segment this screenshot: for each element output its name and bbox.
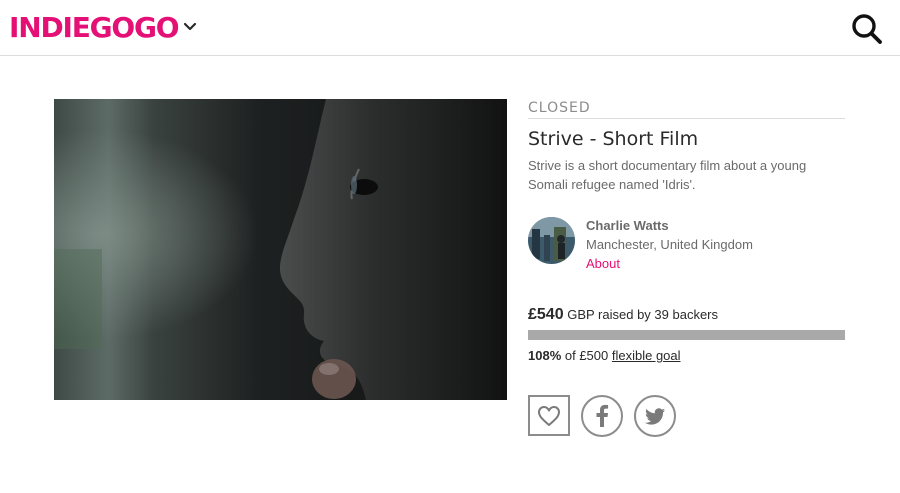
funds-raised: £540 GBP raised by 39 backers	[528, 305, 718, 325]
owner-location: Manchester, United Kingdom	[586, 237, 753, 252]
raised-text: GBP raised by 39 backers	[567, 307, 719, 322]
raised-amount: £540	[528, 306, 564, 323]
facebook-share-button[interactable]	[581, 395, 623, 437]
chevron-down-icon[interactable]	[182, 19, 198, 35]
goal-amount: of £500	[564, 348, 609, 363]
funding-goal: 108% of £500 flexible goal	[528, 347, 681, 365]
owner-about-link[interactable]: About	[586, 255, 620, 272]
follow-button[interactable]	[528, 395, 570, 436]
campaign-status: CLOSED	[528, 99, 845, 119]
facebook-icon	[596, 404, 609, 427]
owner-name: Charlie Watts	[586, 218, 669, 233]
twitter-share-button[interactable]	[634, 395, 676, 437]
top-navigation-bar: INDIEGOGO	[0, 0, 900, 56]
owner-avatar[interactable]	[528, 217, 575, 264]
heart-icon	[538, 406, 560, 426]
hero-photo	[54, 99, 507, 400]
twitter-icon	[645, 408, 665, 425]
funded-percent: 108%	[528, 348, 562, 363]
flexible-goal-link[interactable]: flexible goal	[612, 348, 681, 363]
funding-progress-bar	[528, 330, 845, 340]
search-icon[interactable]	[850, 12, 884, 46]
campaign-hero-image	[54, 99, 507, 400]
indiegogo-logo[interactable]: INDIEGOGO	[9, 10, 180, 46]
funding-progress-fill	[528, 330, 845, 340]
avatar-photo	[528, 217, 575, 264]
campaign-description: Strive is a short documentary film about…	[528, 158, 807, 192]
campaign-title[interactable]: Strive - Short Film	[528, 127, 698, 151]
